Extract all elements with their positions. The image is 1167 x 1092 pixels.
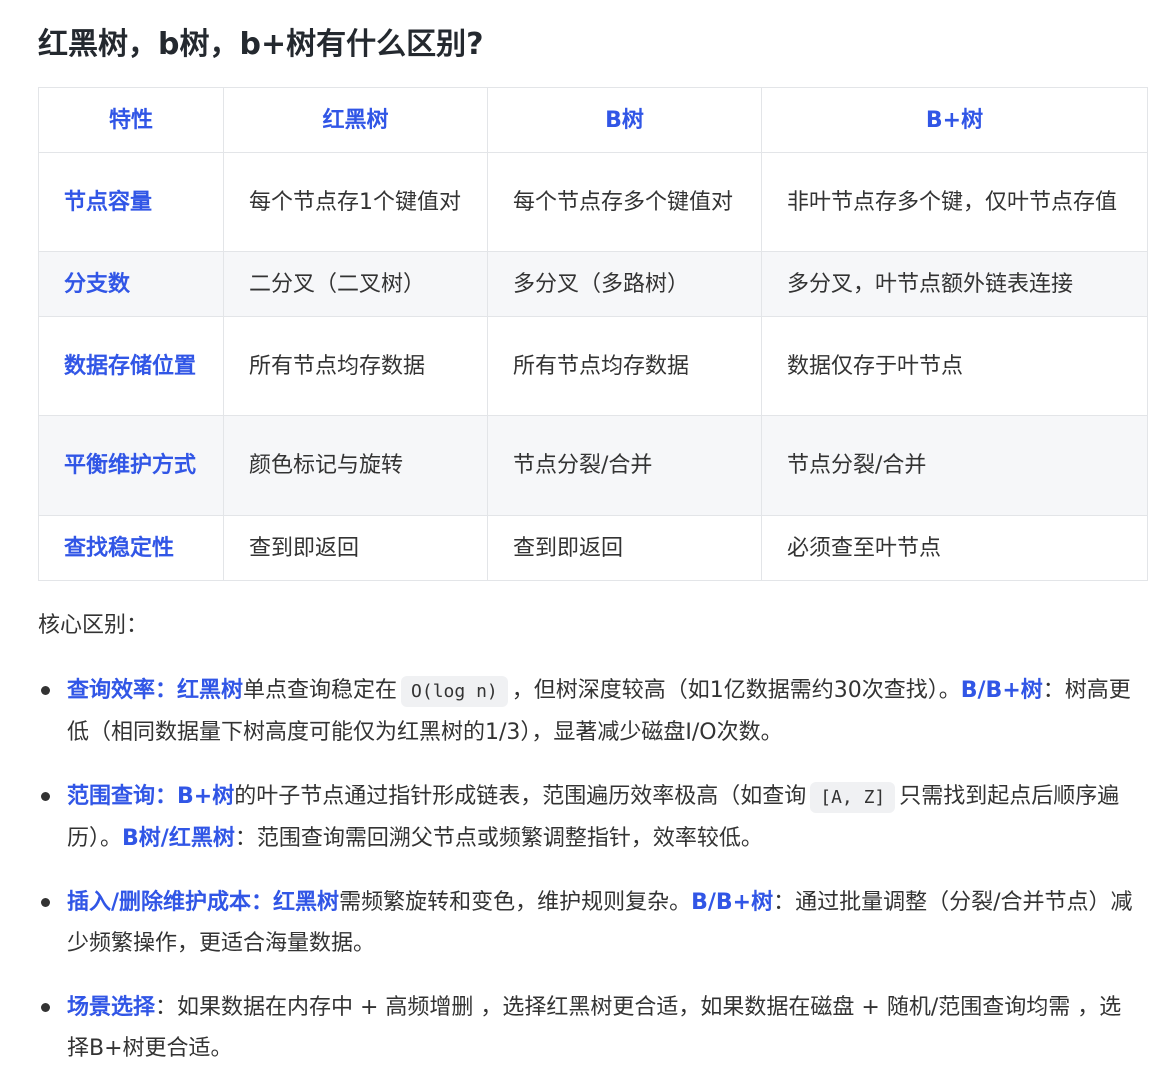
list-item: 场景选择：如果数据在内存中 + 高频增删 ，选择红黑树更合适，如果数据在磁盘 +… — [38, 987, 1138, 1069]
table-cell: 节点分裂/合并 — [761, 415, 1148, 516]
point-label: 查询效率： — [67, 678, 178, 703]
table-cell: 每个节点存多个键值对 — [487, 152, 762, 252]
point-text: ：范围查询需回溯父节点或频繁调整指针，效率较低。 — [234, 826, 763, 851]
table-cell: 非叶节点存多个键，仅叶节点存值 — [761, 152, 1148, 252]
bullet-dot-icon — [41, 1003, 50, 1012]
list-item: 范围查询：B+树的叶子节点通过指针形成链表，范围遍历效率极高（如查询 [A, Z]… — [38, 776, 1138, 859]
table-cell: 每个节点存1个键值对 — [223, 152, 488, 252]
list-item: 查询效率：红黑树单点查询稳定在 O(log n) ，但树深度较高（如1亿数据需约30… — [38, 670, 1138, 753]
row-header: 节点容量 — [38, 152, 224, 252]
highlight-term: 红黑树 — [177, 678, 244, 703]
highlight-term: B/B+树 — [960, 678, 1043, 703]
table-cell: 必须查至叶节点 — [761, 515, 1148, 581]
column-header-rbtree: 红黑树 — [223, 87, 488, 153]
inline-code: [A, Z] — [810, 782, 896, 813]
highlight-term: B+树 — [177, 784, 235, 809]
page-title: 红黑树，b树，b+树有什么区别? — [38, 27, 484, 62]
table-cell: 二分叉（二叉树） — [223, 251, 488, 317]
list-item: 插入/删除维护成本：红黑树需频繁旋转和变色，维护规则复杂。B/B+树：通过批量调… — [38, 882, 1138, 964]
column-header-btree: B树 — [487, 87, 762, 153]
row-header: 查找稳定性 — [38, 515, 224, 581]
point-label: 插入/删除维护成本： — [67, 890, 274, 915]
table-cell: 多分叉，叶节点额外链表连接 — [761, 251, 1148, 317]
table-row: 数据存储位置 所有节点均存数据 所有节点均存数据 数据仅存于叶节点 — [38, 316, 1148, 416]
bullet-dot-icon — [41, 686, 50, 695]
comparison-table: 特性 红黑树 B树 B+树 节点容量 每个节点存1个键值对 每个节点存多个键值对… — [38, 87, 1148, 581]
column-header-bplustree: B+树 — [761, 87, 1148, 153]
point-text: 的叶子节点通过指针形成链表，范围遍历效率极高（如查询 — [234, 784, 807, 809]
table-row: 平衡维护方式 颜色标记与旋转 节点分裂/合并 节点分裂/合并 — [38, 415, 1148, 516]
highlight-term: B树/红黑树 — [122, 826, 235, 851]
inline-code: O(log n) — [401, 676, 508, 707]
table-cell: 所有节点均存数据 — [223, 316, 488, 416]
key-differences-list: 查询效率：红黑树单点查询稳定在 O(log n) ，但树深度较高（如1亿数据需约30… — [38, 670, 1138, 1092]
table-cell: 多分叉（多路树） — [487, 251, 762, 317]
row-header: 分支数 — [38, 251, 224, 317]
table-cell: 查到即返回 — [487, 515, 762, 581]
summary-label: 核心区别： — [38, 613, 149, 638]
table-cell: 颜色标记与旋转 — [223, 415, 488, 516]
bullet-dot-icon — [41, 792, 50, 801]
column-header-feature: 特性 — [38, 87, 224, 153]
point-text: 需频繁旋转和变色，维护规则复杂。 — [339, 890, 692, 915]
table-row: 节点容量 每个节点存1个键值对 每个节点存多个键值对 非叶节点存多个键，仅叶节点… — [38, 152, 1148, 252]
answer-content: 红黑树，b树，b+树有什么区别? 特性 红黑树 B树 B+树 节点容量 每个节点… — [38, 20, 1148, 1061]
table-row: 分支数 二分叉（二叉树） 多分叉（多路树） 多分叉，叶节点额外链表连接 — [38, 251, 1148, 317]
table-cell: 所有节点均存数据 — [487, 316, 762, 416]
point-label: 场景选择 — [67, 995, 156, 1020]
highlight-term: B/B+树 — [691, 890, 774, 915]
table-cell: 节点分裂/合并 — [487, 415, 762, 516]
table-cell: 数据仅存于叶节点 — [761, 316, 1148, 416]
table-cell: 查到即返回 — [223, 515, 488, 581]
table-header-row: 特性 红黑树 B树 B+树 — [38, 87, 1148, 153]
point-text: 单点查询稳定在 — [243, 678, 398, 703]
point-text: ，但树深度较高（如1亿数据需约30次查找）。 — [511, 678, 961, 703]
row-header: 平衡维护方式 — [38, 415, 224, 516]
point-label: 范围查询： — [67, 784, 178, 809]
table-row: 查找稳定性 查到即返回 查到即返回 必须查至叶节点 — [38, 515, 1148, 581]
bullet-dot-icon — [41, 898, 50, 907]
highlight-term: 红黑树 — [273, 890, 340, 915]
row-header: 数据存储位置 — [38, 316, 224, 416]
point-text: ：如果数据在内存中 + 高频增删 ，选择红黑树更合适，如果数据在磁盘 + 随机/… — [67, 995, 1122, 1061]
